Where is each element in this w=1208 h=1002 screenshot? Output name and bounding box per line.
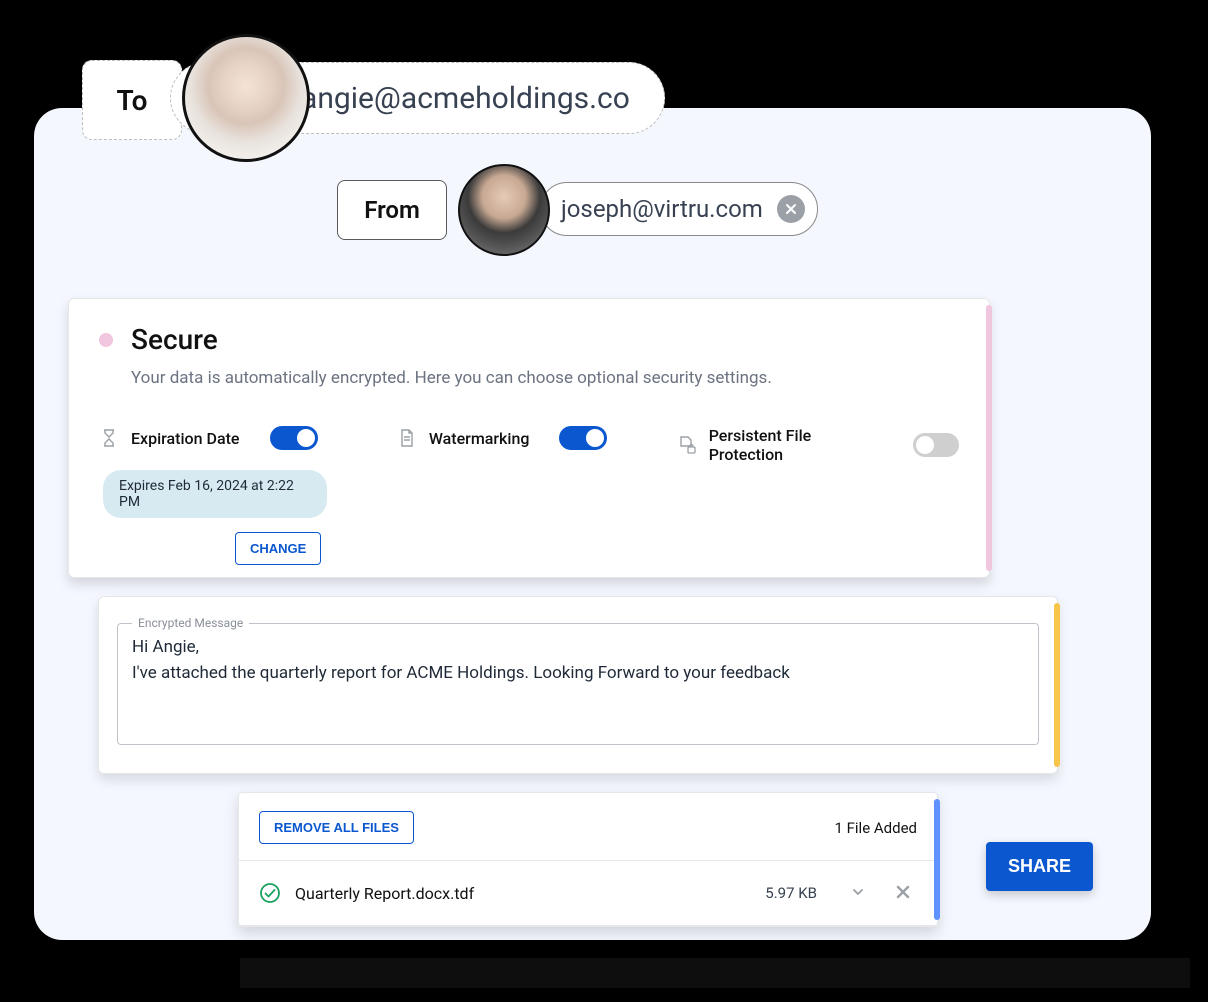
remove-all-files-button[interactable]: REMOVE ALL FILES [259, 811, 414, 844]
file-size: 5.97 KB [765, 884, 817, 902]
secure-settings-card: Secure Your data is automatically encryp… [68, 298, 990, 578]
file-name: Quarterly Report.docx.tdf [295, 884, 751, 903]
check-circle-icon [259, 882, 281, 904]
from-label-box: From [337, 180, 447, 240]
watermarking-label: Watermarking [429, 429, 530, 448]
files-card: REMOVE ALL FILES 1 File Added Quarterly … [238, 792, 938, 927]
share-button[interactable]: SHARE [986, 842, 1093, 891]
expiration-label: Expiration Date [131, 429, 240, 448]
bottom-shadow [240, 958, 1190, 988]
remove-file-icon[interactable] [889, 877, 917, 909]
change-expiration-button[interactable]: CHANGE [235, 532, 321, 565]
document-icon [397, 428, 417, 448]
pfp-toggle[interactable] [913, 433, 959, 457]
secure-title: Secure [131, 323, 218, 356]
secure-indicator-dot [99, 333, 113, 347]
to-label: To [117, 84, 148, 117]
encrypted-message-legend: Encrypted Message [132, 614, 249, 633]
from-label: From [364, 196, 420, 224]
file-row: Quarterly Report.docx.tdf 5.97 KB [239, 861, 937, 926]
to-email: angie@acmeholdings.co [301, 81, 630, 116]
to-label-box: To [82, 60, 182, 140]
encrypted-message-field[interactable]: Encrypted Message Hi Angie, I've attache… [117, 623, 1039, 745]
chevron-down-icon[interactable] [841, 880, 875, 907]
from-avatar [458, 164, 550, 256]
expiration-toggle[interactable] [270, 426, 318, 450]
file-lock-icon [677, 435, 696, 455]
pfp-label: Persistent File Protection [709, 426, 883, 464]
files-count: 1 File Added [834, 819, 917, 837]
hourglass-icon [99, 428, 119, 448]
to-avatar [182, 34, 310, 162]
from-email: joseph@virtru.com [561, 195, 763, 223]
watermarking-toggle[interactable] [559, 426, 607, 450]
from-sender-chip[interactable]: joseph@virtru.com [540, 182, 818, 236]
encrypted-message-card: Encrypted Message Hi Angie, I've attache… [98, 596, 1058, 774]
expiration-chip: Expires Feb 16, 2024 at 2:22 PM [103, 470, 327, 518]
message-body: Hi Angie, I've attached the quarterly re… [132, 634, 1024, 687]
secure-description: Your data is automatically encrypted. He… [131, 368, 959, 388]
remove-from-icon[interactable] [777, 195, 805, 223]
